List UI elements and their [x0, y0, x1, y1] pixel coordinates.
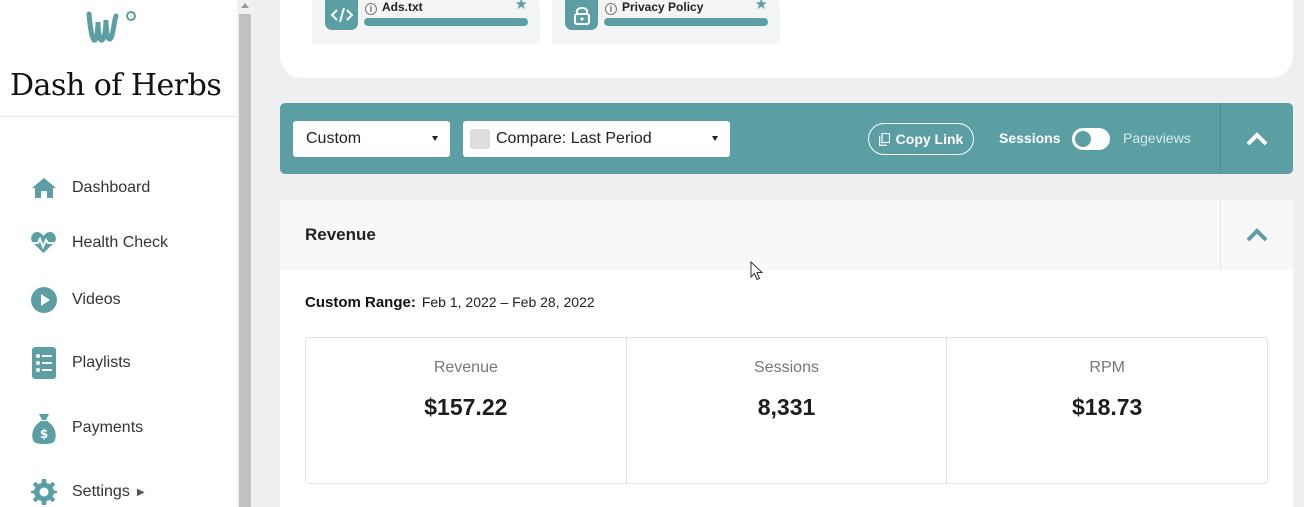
- chevron-up-icon: [1246, 228, 1268, 242]
- home-icon: [30, 175, 57, 202]
- file-label: Privacy Policy: [622, 0, 704, 14]
- sidebar: Dash of Herbs Dashboard Health Check Vid…: [0, 0, 237, 507]
- stat-value: $18.73: [1072, 394, 1143, 420]
- sidebar-item-label: Settings: [72, 483, 130, 500]
- stat-label: Sessions: [754, 359, 819, 376]
- caret-down-icon: [712, 136, 718, 141]
- date-range-select[interactable]: Custom: [293, 121, 450, 157]
- collapse-revenue-button[interactable]: [1221, 200, 1293, 270]
- range-label: Custom Range:: [305, 294, 416, 311]
- stat-value: 8,331: [757, 394, 816, 420]
- revenue-header: Revenue: [280, 200, 1293, 270]
- money-bag-icon: $: [30, 414, 57, 444]
- copy-link-label: Copy Link: [895, 131, 964, 147]
- stat-sessions: Sessions 8,331: [627, 338, 948, 483]
- sidebar-item-label: Playlists: [72, 354, 131, 371]
- sidebar-item-videos[interactable]: Videos: [30, 283, 121, 317]
- date-range-value: Custom: [306, 130, 362, 147]
- site-files-card: i Ads.txt ★ i Privacy Policy ★: [280, 0, 1293, 78]
- sidebar-item-label: Dashboard: [72, 179, 151, 196]
- gear-icon: [30, 479, 57, 506]
- stat-value: $157.22: [424, 394, 508, 420]
- toggle-pageviews-label: Pageviews: [1123, 130, 1191, 146]
- info-icon[interactable]: i: [605, 3, 617, 15]
- stat-rpm: RPM $18.73: [947, 338, 1267, 483]
- play-icon: [30, 287, 57, 314]
- revenue-panel: Revenue Custom Range: Feb 1, 2022 – Feb …: [280, 200, 1293, 507]
- scroll-thumb[interactable]: [239, 14, 251, 507]
- star-icon[interactable]: ★: [515, 0, 528, 13]
- sidebar-item-label: Videos: [72, 291, 121, 308]
- info-icon[interactable]: i: [365, 3, 377, 15]
- sidebar-item-health-check[interactable]: Health Check: [30, 226, 168, 260]
- file-status-bar: [364, 18, 528, 26]
- revenue-title: Revenue: [305, 225, 376, 244]
- sidebar-divider: [0, 116, 237, 117]
- compare-value: Compare: Last Period: [496, 130, 652, 147]
- star-icon[interactable]: ★: [755, 0, 768, 13]
- file-status-bar: [604, 18, 768, 26]
- sidebar-item-dashboard[interactable]: Dashboard: [30, 171, 150, 205]
- toggle-sessions-label: Sessions: [999, 130, 1061, 146]
- site-name[interactable]: Dash of Herbs: [10, 68, 222, 103]
- chevron-up-icon: [1246, 131, 1268, 145]
- sidebar-item-playlists[interactable]: Playlists: [30, 346, 131, 380]
- stat-label: Revenue: [433, 359, 498, 376]
- custom-range-row: Custom Range: Feb 1, 2022 – Feb 28, 2022: [305, 294, 595, 311]
- compare-select[interactable]: Compare: Last Period: [463, 121, 730, 157]
- caret-right-icon: ▶: [136, 486, 145, 498]
- sessions-pageviews-toggle[interactable]: [1072, 128, 1110, 150]
- copy-link-button[interactable]: Copy Link: [868, 123, 974, 155]
- code-icon: [325, 0, 358, 30]
- filter-bar: Custom Compare: Last Period Copy Link Se…: [280, 103, 1293, 174]
- sidebar-item-label: Health Check: [72, 234, 169, 251]
- file-tile-privacy-policy[interactable]: i Privacy Policy ★: [552, 0, 780, 44]
- herb-leaf-logo[interactable]: [86, 8, 138, 44]
- checklist-icon: [30, 347, 57, 379]
- sidebar-scrollbar[interactable]: [237, 0, 253, 507]
- scroll-up-arrow-icon[interactable]: [241, 3, 249, 8]
- toggle-knob: [1075, 131, 1091, 147]
- stat-label: RPM: [1089, 359, 1125, 376]
- sidebar-item-label: Payments: [72, 419, 144, 436]
- stats-table: Revenue $157.22 Sessions 8,331 RPM $18.7…: [305, 337, 1268, 484]
- svg-text:$: $: [39, 427, 47, 441]
- caret-down-icon: [432, 136, 438, 141]
- mouse-pointer-icon: [750, 261, 764, 281]
- file-label: Ads.txt: [382, 0, 423, 14]
- file-tile-ads-txt[interactable]: i Ads.txt ★: [312, 0, 540, 44]
- sidebar-item-payments[interactable]: $ Payments: [30, 411, 143, 445]
- collapse-filters-button[interactable]: [1221, 103, 1293, 174]
- lock-icon: [565, 0, 598, 30]
- compare-color-swatch: [470, 129, 490, 149]
- stat-revenue: Revenue $157.22: [306, 338, 627, 483]
- sidebar-item-settings[interactable]: Settings ▶: [30, 475, 145, 507]
- heartbeat-icon: [30, 230, 57, 257]
- copy-icon: [878, 132, 890, 146]
- range-value: Feb 1, 2022 – Feb 28, 2022: [421, 294, 595, 310]
